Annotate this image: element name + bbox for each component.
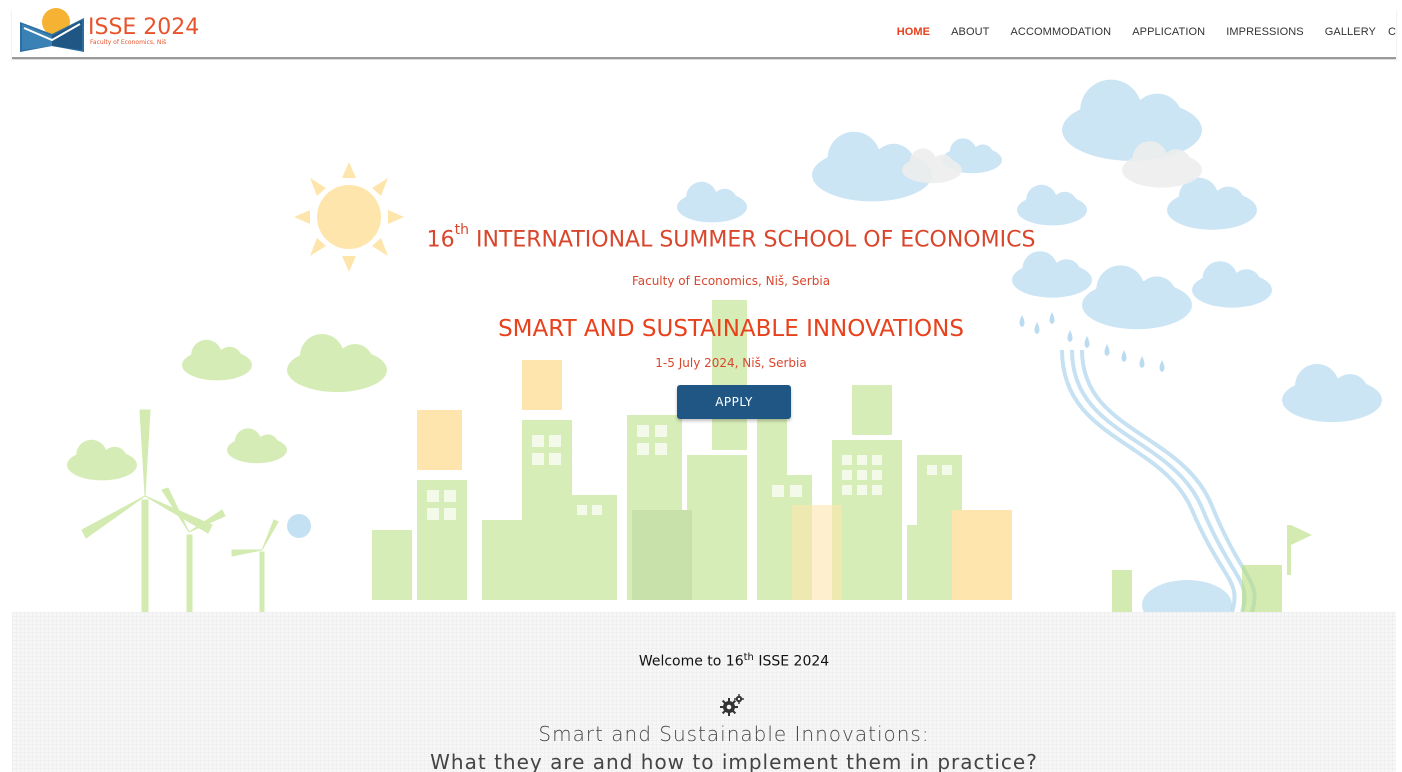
hero-section: 16th INTERNATIONAL SUMMER SCHOOL OF ECON… <box>12 60 1396 612</box>
hero-theme: SMART AND SUSTAINABLE INNOVATIONS <box>498 316 964 342</box>
hero-dates: 1-5 July 2024, Niš, Serbia <box>655 356 807 370</box>
nav-item-about[interactable]: ABOUT <box>951 26 989 38</box>
logo-emblem-icon <box>20 8 84 52</box>
gears-icon <box>720 694 744 716</box>
hero-subtitle: Faculty of Economics, Niš, Serbia <box>631 274 831 288</box>
apply-button[interactable]: APPLY <box>677 385 791 419</box>
hero-title: 16th INTERNATIONAL SUMMER SCHOOL OF ECON… <box>12 222 1396 253</box>
hero-title-suffix: th <box>454 222 469 238</box>
welcome-title-rest: ISSE 2024 <box>753 653 830 670</box>
welcome-heading-line1: Smart and Sustainable Innovations: <box>538 722 930 746</box>
nav-item-gallery[interactable]: GALLERY <box>1325 26 1376 38</box>
welcome-title: Welcome to 16th ISSE 2024 <box>12 652 1402 670</box>
welcome-title-suffix: th <box>743 652 754 663</box>
logo-title: ISSE 2024 <box>88 15 200 40</box>
nav-item-home[interactable]: HOME <box>897 26 930 38</box>
logo[interactable]: ISSE 2024 Faculty of Economics, Niš <box>18 8 208 54</box>
welcome-section: Welcome to 16th ISSE 2024 Smart and Sust… <box>12 612 1396 772</box>
welcome-heading-line2: What they are and how to implement them … <box>430 750 1038 772</box>
main-nav: HOME ABOUT ACCOMMODATION APPLICATION IMP… <box>876 22 1396 42</box>
sun-icon <box>294 162 404 272</box>
welcome-title-prefix: Welcome to 16 <box>638 653 744 670</box>
hero-title-number: 16 <box>426 227 455 253</box>
nav-item-accommodation[interactable]: ACCOMMODATION <box>1011 26 1112 38</box>
site-header: ISSE 2024 Faculty of Economics, Niš HOME… <box>12 8 1396 59</box>
nav-item-impressions[interactable]: IMPRESSIONS <box>1226 26 1304 38</box>
nav-item-application[interactable]: APPLICATION <box>1132 26 1205 38</box>
logo-subtitle: Faculty of Economics, Niš <box>90 39 167 46</box>
hero-title-rest: INTERNATIONAL SUMMER SCHOOL OF ECONOMICS <box>468 227 1036 253</box>
nav-item-truncated[interactable]: C <box>1388 26 1396 38</box>
